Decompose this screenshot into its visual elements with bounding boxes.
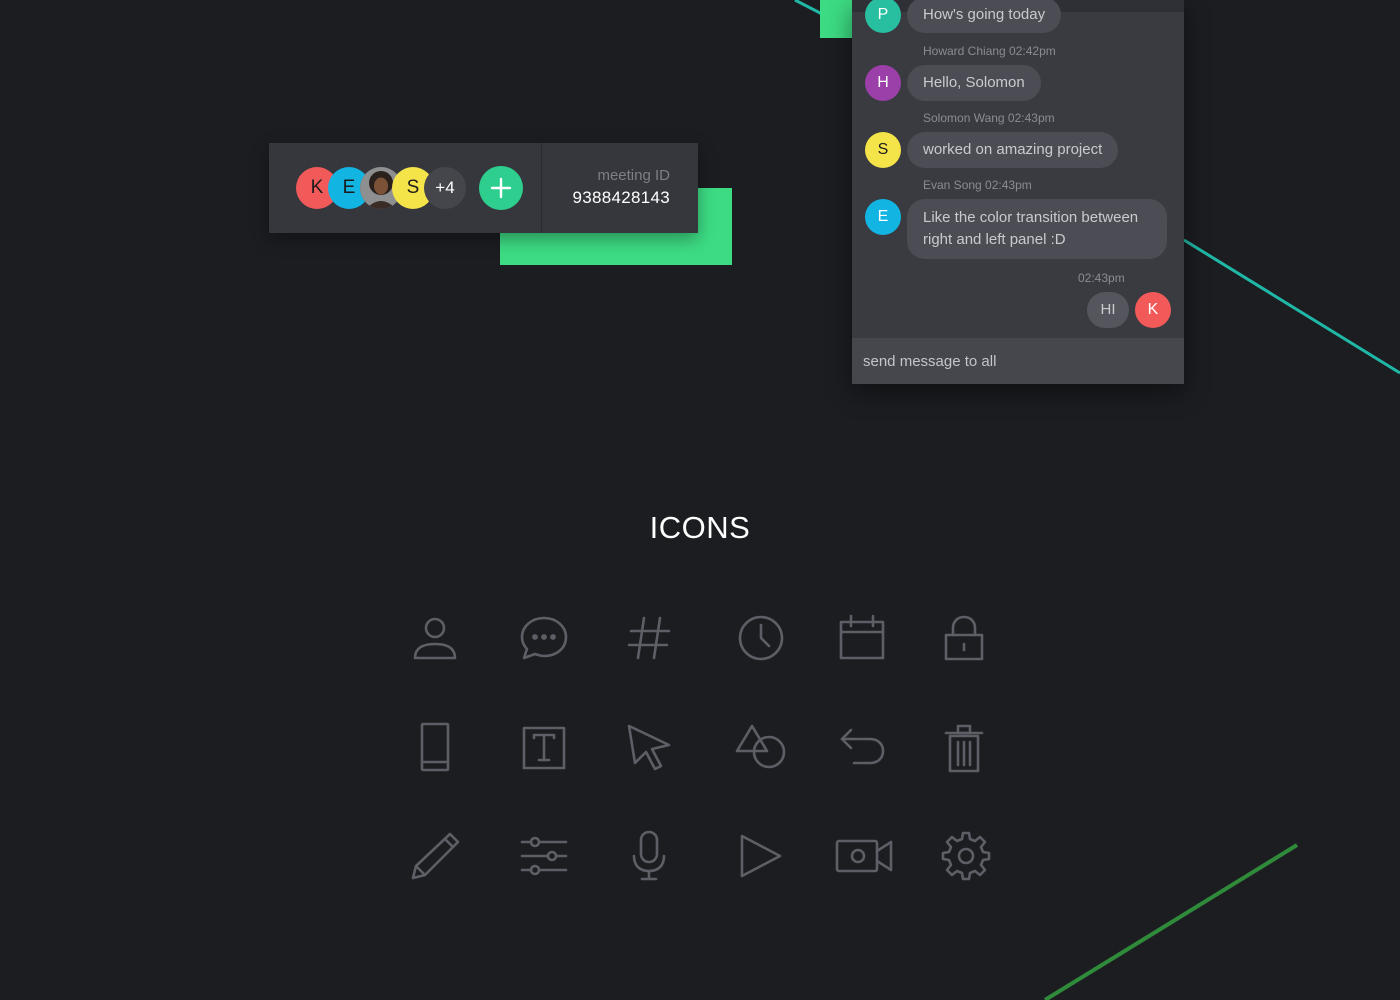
message-text: How's going today <box>923 6 1046 23</box>
text-icon[interactable] <box>514 718 574 778</box>
teal-line-top <box>794 0 823 16</box>
message-avatar: H <box>865 65 901 101</box>
avatar-initial: E <box>877 208 889 225</box>
add-participant-button[interactable] <box>479 166 523 210</box>
own-message-bubble: HI <box>1087 292 1129 328</box>
clock-icon[interactable] <box>731 608 791 668</box>
green-accent-block-top <box>820 0 854 38</box>
gear-icon[interactable] <box>936 826 996 886</box>
avatar-initial: H <box>877 74 889 91</box>
avatar-initial: P <box>877 6 889 23</box>
play-icon[interactable] <box>731 826 791 886</box>
sliders-icon[interactable] <box>514 826 574 886</box>
chat-icon[interactable] <box>514 608 574 668</box>
message-avatar: P <box>865 0 901 33</box>
teal-line-right <box>1183 238 1400 375</box>
message-text: Hello, Solomon <box>923 74 1025 91</box>
hashtag-icon[interactable] <box>619 608 679 668</box>
participant-initial: S <box>406 177 420 198</box>
participant-initial: K <box>310 177 324 198</box>
calendar-icon[interactable] <box>832 608 892 668</box>
chat-message-input[interactable] <box>852 338 1184 384</box>
meeting-bar: K E S +4 meeting ID 9388428143 <box>269 143 698 233</box>
pencil-icon[interactable] <box>405 826 465 886</box>
message-avatar: E <box>865 199 901 235</box>
icons-section-title: ICONS <box>649 510 751 545</box>
plus-icon <box>490 177 512 199</box>
participant-initial: E <box>342 177 356 198</box>
meeting-divider <box>541 143 542 233</box>
message-bubble: worked on amazing project <box>907 132 1119 168</box>
message-bubble: Like the color transition between right … <box>907 199 1167 259</box>
more-participants-badge[interactable]: +4 <box>424 167 466 209</box>
lock-icon[interactable] <box>934 608 994 668</box>
chat-panel: P How's going today Howard Chiang 02:42p… <box>852 0 1184 384</box>
trash-icon[interactable] <box>934 718 994 778</box>
message-text: worked on amazing project <box>923 141 1103 158</box>
microphone-icon[interactable] <box>619 826 679 886</box>
own-avatar: K <box>1135 292 1171 328</box>
avatar-initial: S <box>877 141 889 158</box>
cursor-icon[interactable] <box>619 718 679 778</box>
meeting-id-label: meeting ID <box>597 167 670 184</box>
message-meta: Evan Song 02:43pm <box>923 178 1032 192</box>
undo-icon[interactable] <box>832 718 892 778</box>
message-bubble: Hello, Solomon <box>907 65 1041 101</box>
own-message-meta: 02:43pm <box>1078 271 1125 285</box>
avatar-initial: K <box>1147 301 1159 318</box>
message-meta: Solomon Wang 02:43pm <box>923 111 1055 125</box>
meeting-id-value: 9388428143 <box>572 188 670 207</box>
green-line-bottom <box>1043 843 1299 1000</box>
message-bubble: How's going today <box>907 0 1062 33</box>
phone-icon[interactable] <box>405 718 465 778</box>
decorative-lines <box>794 0 1400 1000</box>
message-avatar: S <box>865 132 901 168</box>
shapes-icon[interactable] <box>731 718 791 778</box>
user-icon[interactable] <box>405 608 465 668</box>
message-text: Like the color transition between right … <box>923 209 1139 248</box>
message-meta: Howard Chiang 02:42pm <box>923 44 1056 58</box>
message-text: HI <box>1100 301 1116 318</box>
more-participants-count: +4 <box>435 178 455 197</box>
video-camera-icon[interactable] <box>834 826 894 886</box>
